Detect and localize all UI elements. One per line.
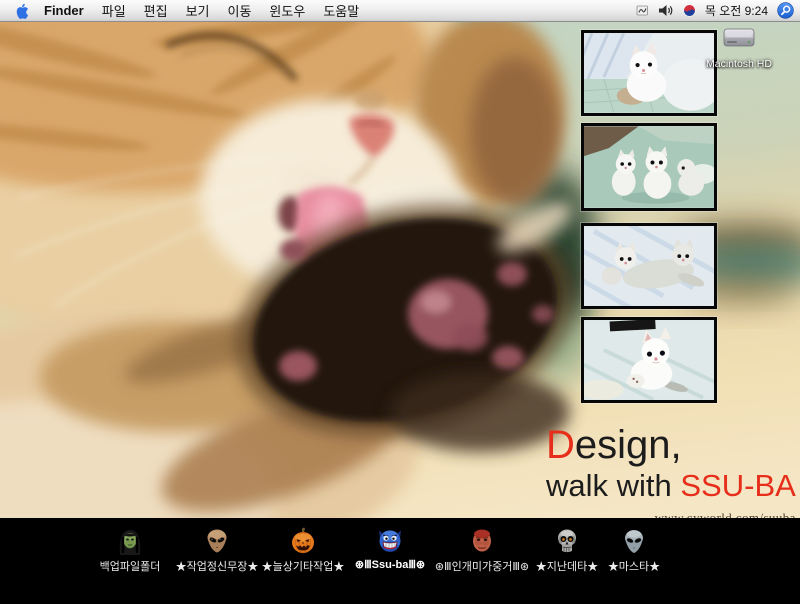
menu-left: Finder 파일 편집 보기 이동 윈도우 도움말	[10, 0, 368, 21]
macintosh-hd-label: Macintosh HD	[703, 58, 775, 70]
spotlight-icon[interactable]	[777, 2, 794, 19]
active-app-name[interactable]: Finder	[35, 3, 93, 18]
macintosh-hd-icon[interactable]: Macintosh HD	[703, 25, 775, 70]
menu-item-help[interactable]: 도움말	[314, 1, 368, 20]
input-pen-icon[interactable]	[636, 4, 649, 17]
desktop-area[interactable]: Macintosh HD Design, walk with SSU-BA ww…	[0, 22, 800, 518]
kitten-photo-2	[581, 123, 717, 211]
gray-alien-face-icon	[620, 527, 648, 555]
desktop-icon-strip: 백업파일폴더 ★작업정신무장★	[0, 518, 800, 604]
menu-item-go[interactable]: 이동	[219, 1, 261, 20]
subline-accent: SSU-BA	[680, 468, 795, 503]
menu-bar: Finder 파일 편집 보기 이동 윈도우 도움말	[0, 0, 800, 22]
apple-menu[interactable]	[10, 3, 35, 19]
wallpaper-typography: Design, walk with SSU-BA www.cyworld.com…	[546, 423, 796, 518]
desktop-icon-label: ★늘상기타작업★	[262, 558, 345, 574]
desktop-screen: Finder 파일 편집 보기 이동 윈도우 도움말	[0, 0, 800, 604]
kitten-photo-4	[581, 317, 717, 403]
subline: walk with SSU-BA	[546, 468, 796, 503]
desktop-icon-label: ★작업정신무장★	[176, 558, 259, 574]
subline-prefix: walk with	[546, 468, 680, 503]
menu-bar-status-area: 목 오전 9:24	[636, 0, 794, 21]
headline: Design,	[546, 423, 796, 467]
blue-devil-face-icon	[376, 527, 404, 555]
witch-face-icon	[116, 527, 144, 555]
headline-rest: esign,	[575, 423, 682, 467]
kitten-photo-1	[581, 30, 717, 116]
menu-item-edit[interactable]: 편집	[135, 1, 177, 20]
menu-item-window[interactable]: 윈도우	[260, 1, 314, 20]
desktop-icon-label: ★마스타★	[608, 558, 660, 574]
desktop-icon-master[interactable]: ★마스타★	[579, 527, 689, 574]
menu-bar-clock[interactable]: 목 오전 9:24	[705, 2, 768, 19]
red-head-face-icon	[468, 527, 496, 555]
pumpkin-face-icon	[289, 527, 317, 555]
wallpaper-url: www.cyworld.com/suuba	[546, 510, 796, 518]
brown-alien-face-icon	[203, 527, 231, 555]
skull-face-icon	[553, 527, 581, 555]
headline-accent: D	[546, 423, 575, 467]
desktop-icon-label: ⊛ⅢSsu-baⅢ⊛	[355, 558, 425, 571]
volume-icon[interactable]	[658, 4, 674, 17]
korean-flag-input-icon[interactable]	[683, 4, 696, 17]
desktop-icon-label: 백업파일폴더	[100, 558, 161, 574]
hard-drive-icon	[721, 25, 757, 52]
kitten-photo-3	[581, 223, 717, 309]
apple-icon	[16, 3, 29, 19]
menu-item-file[interactable]: 파일	[93, 1, 135, 20]
menu-item-view[interactable]: 보기	[177, 1, 219, 20]
